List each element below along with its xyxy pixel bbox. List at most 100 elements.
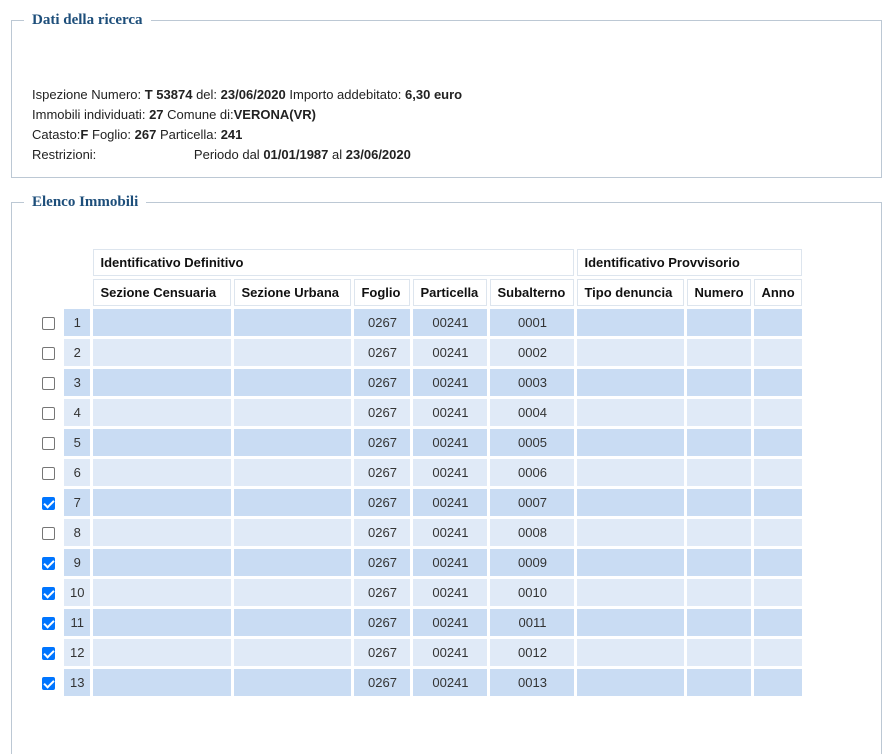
row-checkbox[interactable] <box>42 557 55 571</box>
cell-numero <box>687 489 752 516</box>
col-numero: Numero <box>687 279 752 306</box>
row-number: 9 <box>64 549 91 576</box>
row-number: 10 <box>64 579 91 606</box>
cell-anno <box>754 549 802 576</box>
cell-particella: 00241 <box>413 489 488 516</box>
cell-foglio: 0267 <box>354 609 411 636</box>
cell-sezione-censuaria <box>93 519 232 546</box>
row-number: 7 <box>64 489 91 516</box>
cell-foglio: 0267 <box>354 489 411 516</box>
catasto-label: Catasto: <box>32 127 81 142</box>
cell-tipo-denuncia <box>577 579 685 606</box>
cell-numero <box>687 579 752 606</box>
row-checkbox[interactable] <box>42 407 55 421</box>
cell-tipo-denuncia <box>577 519 685 546</box>
row-checkbox[interactable] <box>42 437 55 451</box>
row-checkbox-cell <box>36 579 61 606</box>
search-info: Ispezione Numero: T 53874 del: 23/06/202… <box>32 85 462 165</box>
property-table: Identificativo Definitivo Identificativo… <box>33 246 805 699</box>
row-checkbox[interactable] <box>42 647 55 661</box>
row-checkbox[interactable] <box>42 617 55 631</box>
cell-sezione-censuaria <box>93 429 232 456</box>
row-checkbox-cell <box>36 519 61 546</box>
cell-subalterno: 0005 <box>490 429 575 456</box>
cell-sezione-urbana <box>234 669 352 696</box>
row-checkbox[interactable] <box>42 677 55 691</box>
cell-subalterno: 0007 <box>490 489 575 516</box>
foglio-label: Foglio: <box>92 127 132 142</box>
cell-sezione-censuaria <box>93 309 232 336</box>
cell-numero <box>687 519 752 546</box>
cell-foglio: 0267 <box>354 459 411 486</box>
cell-foglio: 0267 <box>354 309 411 336</box>
row-checkbox[interactable] <box>42 317 55 331</box>
row-checkbox[interactable] <box>42 467 55 481</box>
row-checkbox[interactable] <box>42 347 55 361</box>
cell-sezione-urbana <box>234 429 352 456</box>
row-checkbox[interactable] <box>42 497 55 511</box>
cell-particella: 00241 <box>413 669 488 696</box>
row-checkbox[interactable] <box>42 377 55 391</box>
importo-value: 6,30 euro <box>405 87 463 102</box>
cell-numero <box>687 399 752 426</box>
row-number: 2 <box>64 339 91 366</box>
cell-particella: 00241 <box>413 579 488 606</box>
table-row: 6 0267 00241 0006 <box>36 459 802 486</box>
row-checkbox-cell <box>36 609 61 636</box>
particella-label: Particella: <box>159 127 218 142</box>
cell-tipo-denuncia <box>577 369 685 396</box>
cell-anno <box>754 399 802 426</box>
column-header-row: Sezione Censuaria Sezione Urbana Foglio … <box>36 279 802 306</box>
periodo: Periodo dal 01/01/1987 al 23/06/2020 <box>194 145 411 165</box>
table-row: 4 0267 00241 0004 <box>36 399 802 426</box>
cell-anno <box>754 309 802 336</box>
row-checkbox-cell <box>36 489 61 516</box>
cell-tipo-denuncia <box>577 669 685 696</box>
cell-foglio: 0267 <box>354 339 411 366</box>
cell-anno <box>754 339 802 366</box>
col-subalterno: Subalterno <box>490 279 575 306</box>
cell-sezione-urbana <box>234 399 352 426</box>
cell-anno <box>754 579 802 606</box>
row-checkbox[interactable] <box>42 527 55 541</box>
cell-foglio: 0267 <box>354 579 411 606</box>
cell-sezione-censuaria <box>93 399 232 426</box>
cell-sezione-censuaria <box>93 609 232 636</box>
cell-particella: 00241 <box>413 429 488 456</box>
restrizioni-line: Restrizioni: Periodo dal 01/01/1987 al 2… <box>32 145 462 165</box>
cell-subalterno: 0002 <box>490 339 575 366</box>
row-checkbox-cell <box>36 369 61 396</box>
cell-foglio: 0267 <box>354 639 411 666</box>
row-checkbox-cell <box>36 459 61 486</box>
row-number: 8 <box>64 519 91 546</box>
del-value: 23/06/2020 <box>220 87 286 102</box>
cell-numero <box>687 609 752 636</box>
col-sezione-urbana: Sezione Urbana <box>234 279 352 306</box>
cell-sezione-urbana <box>234 309 352 336</box>
cell-numero <box>687 429 752 456</box>
col-particella: Particella <box>413 279 488 306</box>
cell-subalterno: 0006 <box>490 459 575 486</box>
immobili-line: Immobili individuati: 27 Comune di:VERON… <box>32 105 462 125</box>
row-checkbox-cell <box>36 399 61 426</box>
col-foglio: Foglio <box>354 279 411 306</box>
ispezione-value: T 53874 <box>144 87 193 102</box>
cell-numero <box>687 639 752 666</box>
row-number: 3 <box>64 369 91 396</box>
restrizioni-label: Restrizioni: <box>32 147 97 162</box>
cell-foglio: 0267 <box>354 519 411 546</box>
immobili-label: Immobili individuati: <box>32 107 146 122</box>
row-checkbox[interactable] <box>42 587 55 601</box>
table-row: 8 0267 00241 0008 <box>36 519 802 546</box>
row-checkbox-cell <box>36 429 61 456</box>
cell-particella: 00241 <box>413 339 488 366</box>
cell-subalterno: 0008 <box>490 519 575 546</box>
cell-sezione-censuaria <box>93 579 232 606</box>
cell-anno <box>754 369 802 396</box>
row-checkbox-cell <box>36 309 61 336</box>
col-anno: Anno <box>754 279 802 306</box>
row-number: 4 <box>64 399 91 426</box>
cell-tipo-denuncia <box>577 549 685 576</box>
search-data-panel: Dati della ricerca Ispezione Numero: T 5… <box>11 12 882 178</box>
cell-sezione-censuaria <box>93 339 232 366</box>
